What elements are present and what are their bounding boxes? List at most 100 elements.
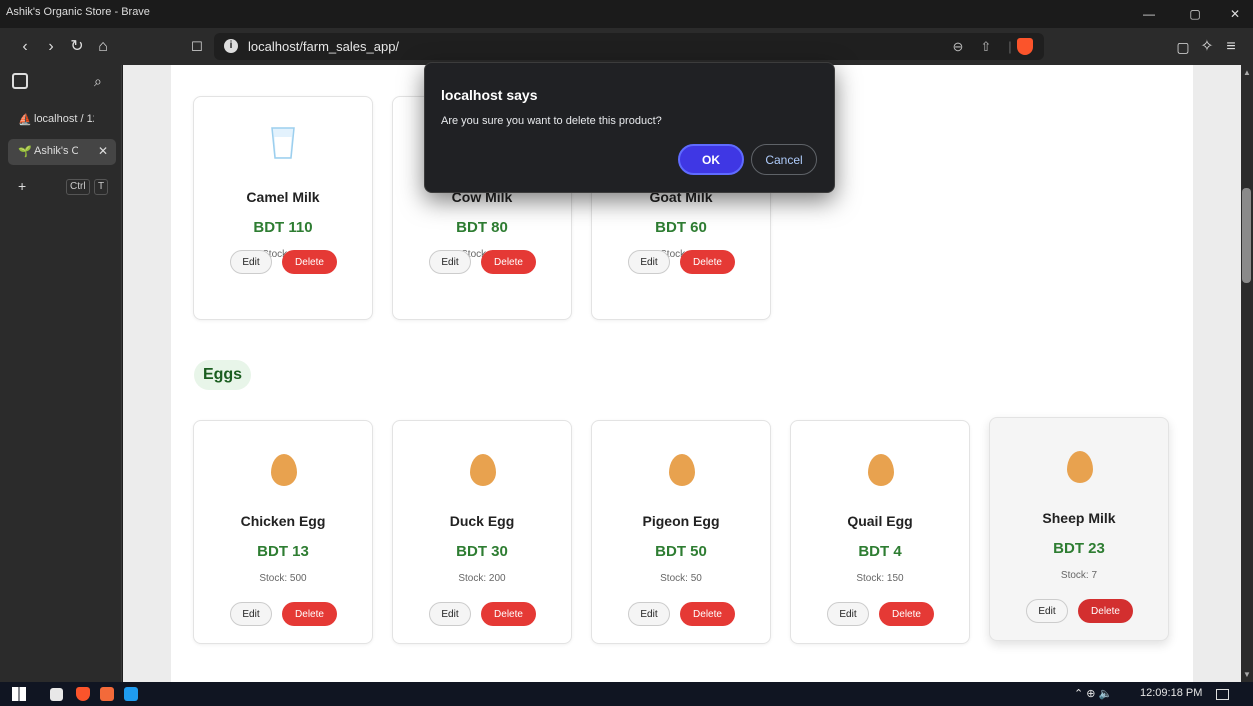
sidebar-panel-icon[interactable]: ▢ <box>1172 36 1194 58</box>
edit-button[interactable]: Edit <box>230 250 272 274</box>
confirm-dialog: localhost says Are you sure you want to … <box>424 62 835 193</box>
sidebar-tab-localhost[interactable]: ⛵ localhost / 12 <box>8 107 116 133</box>
browser-toolbar: ‹ › ↻ ⌂ ☐ i localhost/farm_sales_app/ ⊖ … <box>0 28 1253 65</box>
product-name: Quail Egg <box>847 513 913 529</box>
system-tray-icons[interactable]: ⌃ ⊕ 🔈 <box>1074 687 1112 700</box>
zoom-icon[interactable]: ⊖ <box>948 37 968 57</box>
product-card: Duck Egg BDT 30 Stock: 200 Edit Delete <box>392 420 572 644</box>
egg-icon <box>669 454 695 486</box>
ok-button[interactable]: OK <box>678 144 744 175</box>
product-price: BDT 60 <box>655 219 707 236</box>
edit-button[interactable]: Edit <box>827 602 869 626</box>
brave-shields-icon[interactable] <box>1017 38 1033 55</box>
dialog-message: Are you sure you want to delete this pro… <box>441 115 662 127</box>
product-stock: Stock: 200 <box>458 573 506 584</box>
edit-button[interactable]: Edit <box>429 602 471 626</box>
shortcut-key-t: T <box>94 179 109 195</box>
edit-button[interactable]: Edit <box>429 250 471 274</box>
egg-icon <box>868 454 894 486</box>
favicon-icon: ⛵ <box>18 114 32 126</box>
menu-icon[interactable]: ≡ <box>1220 36 1242 58</box>
plus-icon: + <box>18 178 27 194</box>
favicon-icon: 🌱 <box>18 146 32 158</box>
product-price: BDT 50 <box>655 543 707 560</box>
product-price: BDT 13 <box>257 543 309 560</box>
url-text[interactable]: localhost/farm_sales_app/ <box>248 39 399 54</box>
product-stock: Stock: 7 <box>1060 570 1098 581</box>
search-tabs-icon[interactable]: ⌕ <box>94 73 102 90</box>
product-stock: Stock: 150 <box>856 573 904 584</box>
edit-button[interactable]: Edit <box>1026 599 1068 623</box>
restore-button[interactable]: ▢ <box>1180 4 1210 24</box>
product-name: Pigeon Egg <box>642 513 720 529</box>
collapse-sidebar-icon[interactable] <box>12 73 28 89</box>
page-scrollbar[interactable] <box>1241 65 1253 682</box>
milk-glass-icon <box>271 127 295 159</box>
brave-browser-icon[interactable] <box>76 687 90 701</box>
product-price: BDT 30 <box>456 543 508 560</box>
close-tab-icon[interactable]: ✕ <box>98 144 108 158</box>
forward-button[interactable]: › <box>40 36 62 58</box>
product-stock: Stock: 50 <box>660 573 702 584</box>
cancel-button[interactable]: Cancel <box>751 144 817 175</box>
product-name: Camel Milk <box>246 189 320 205</box>
egg-icon <box>271 454 297 486</box>
delete-button[interactable]: Delete <box>481 602 536 626</box>
new-tab-button[interactable]: + Ctrl T <box>8 177 116 197</box>
delete-button[interactable]: Delete <box>680 250 735 274</box>
file-explorer-icon[interactable] <box>50 688 63 701</box>
tab-label: Ashik's O <box>34 145 78 157</box>
product-name: Duck Egg <box>449 513 515 529</box>
product-price: BDT 110 <box>253 219 313 236</box>
product-name: Chicken Egg <box>240 513 326 529</box>
os-taskbar: ⌃ ⊕ 🔈 12:09:18 PM <box>0 682 1253 706</box>
delete-button[interactable]: Delete <box>481 250 536 274</box>
delete-button[interactable]: Delete <box>282 602 337 626</box>
bookmark-icon[interactable]: ☐ <box>186 36 208 58</box>
delete-button[interactable]: Delete <box>680 602 735 626</box>
reload-button[interactable]: ↻ <box>66 36 88 58</box>
product-card: Quail Egg BDT 4 Stock: 150 Edit Delete <box>790 420 970 644</box>
delete-button[interactable]: Delete <box>1078 599 1133 623</box>
delete-button[interactable]: Delete <box>879 602 934 626</box>
close-window-button[interactable]: ✕ <box>1220 4 1250 24</box>
section-heading-eggs: Eggs <box>194 360 251 390</box>
egg-icon <box>470 454 496 486</box>
leo-ai-icon[interactable]: ✧ <box>1196 36 1218 58</box>
scroll-down-icon[interactable]: ▼ <box>1243 670 1251 679</box>
edit-button[interactable]: Edit <box>230 602 272 626</box>
product-name: Sheep Milk <box>1042 510 1116 526</box>
product-stock: Stock: 500 <box>259 573 307 584</box>
edit-button[interactable]: Edit <box>628 602 670 626</box>
egg-icon <box>1067 451 1093 483</box>
product-card: Camel Milk BDT 110 Stock: 40 Edit Delete <box>193 96 373 320</box>
minimize-button[interactable]: — <box>1134 4 1164 24</box>
edit-button[interactable]: Edit <box>628 250 670 274</box>
scrollbar-thumb[interactable] <box>1242 188 1251 283</box>
product-price: BDT 23 <box>1053 540 1105 557</box>
product-card: Chicken Egg BDT 13 Stock: 500 Edit Delet… <box>193 420 373 644</box>
product-price: BDT 4 <box>858 543 902 560</box>
share-icon[interactable]: ⇧ <box>976 37 996 57</box>
back-button[interactable]: ‹ <box>14 36 36 58</box>
xampp-icon[interactable] <box>100 687 114 701</box>
dialog-title: localhost says <box>441 87 538 103</box>
scroll-up-icon[interactable]: ▲ <box>1243 68 1251 77</box>
product-card: Sheep Milk BDT 23 Stock: 7 Edit Delete <box>989 417 1169 641</box>
shortcut-key-ctrl: Ctrl <box>66 179 90 195</box>
product-price: BDT 80 <box>456 219 508 236</box>
clock[interactable]: 12:09:18 PM <box>1140 687 1202 699</box>
window-titlebar: Ashik's Organic Store - Brave — ▢ ✕ <box>0 0 1253 28</box>
notification-icon[interactable] <box>1216 689 1229 700</box>
window-title: Ashik's Organic Store - Brave <box>6 6 150 18</box>
product-card: Pigeon Egg BDT 50 Stock: 50 Edit Delete <box>591 420 771 644</box>
site-info-icon[interactable]: i <box>224 39 238 53</box>
delete-button[interactable]: Delete <box>282 250 337 274</box>
home-button[interactable]: ⌂ <box>92 36 114 58</box>
windows-start-icon[interactable] <box>12 687 26 701</box>
tab-label: localhost / 12 <box>34 113 94 125</box>
sidebar-tab-ashiks-store[interactable]: 🌱 Ashik's O ✕ <box>8 139 116 165</box>
address-bar[interactable]: i localhost/farm_sales_app/ ⊖ ⇧ | <box>214 33 1044 60</box>
vscode-icon[interactable] <box>124 687 138 701</box>
vertical-tab-sidebar: ⌕ ⛵ localhost / 12 🌱 Ashik's O ✕ + Ctrl … <box>0 65 122 682</box>
